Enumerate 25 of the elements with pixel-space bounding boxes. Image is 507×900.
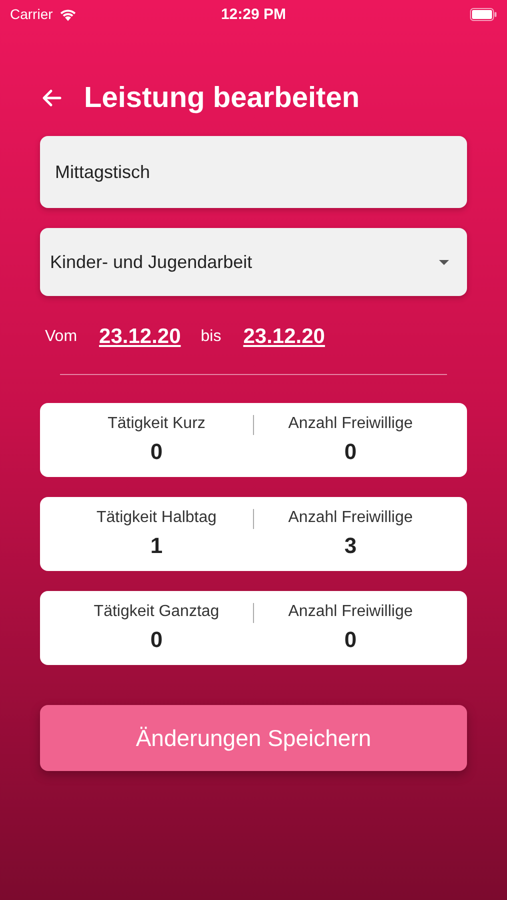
- name-input-field[interactable]: Mittagstisch: [40, 136, 467, 208]
- activity-label: Tätigkeit Kurz: [108, 415, 206, 433]
- volunteers-count: 0: [344, 439, 357, 465]
- from-date-link[interactable]: 23.12.20: [99, 325, 181, 349]
- activity-count: 1: [150, 533, 163, 559]
- volunteers-label: Anzahl Freiwillige: [288, 415, 413, 433]
- battery-icon: [470, 8, 497, 20]
- save-button[interactable]: Änderungen Speichern: [40, 705, 467, 771]
- activity-label: Tätigkeit Ganztag: [94, 603, 220, 621]
- from-label: Vom: [45, 328, 78, 346]
- category-dropdown[interactable]: Kinder- und Jugendarbeit: [40, 228, 467, 296]
- activity-count: 0: [150, 439, 163, 465]
- caret-icon: [439, 260, 449, 264]
- volunteers-count: 3: [344, 533, 357, 559]
- volunteers-label: Anzahl Freiwillige: [288, 603, 413, 621]
- wifi-icon: [58, 8, 77, 20]
- to-label: bis: [200, 328, 222, 346]
- to-date-link[interactable]: 23.12.20: [243, 325, 325, 349]
- activity-label: Tätigkeit Halbtag: [96, 509, 217, 527]
- volunteers-count: 0: [344, 627, 357, 653]
- volunteers-label: Anzahl Freiwillige: [288, 509, 413, 527]
- carrier-label: Carrier: [10, 6, 53, 22]
- page-title: Leistung bearbeiten: [84, 82, 360, 114]
- status-time: 12:29 PM: [220, 6, 286, 22]
- activity-count: 0: [150, 627, 163, 653]
